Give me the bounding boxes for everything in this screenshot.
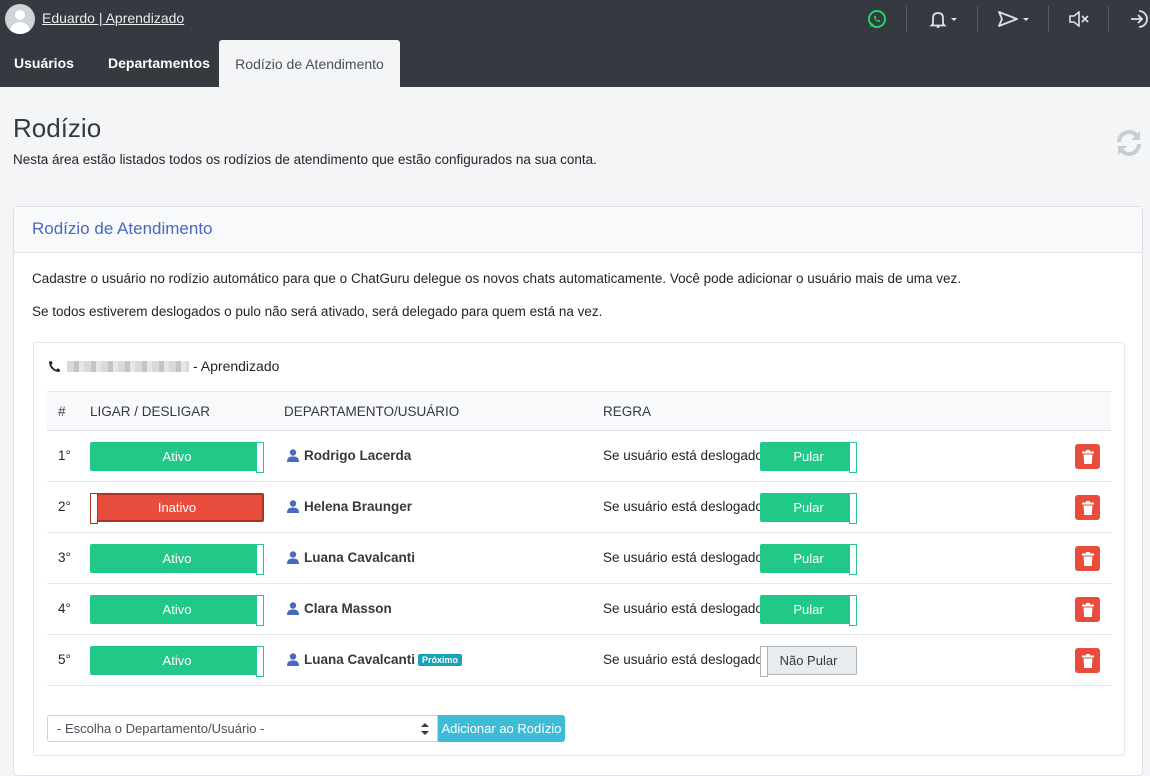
- status-toggle[interactable]: Ativo: [90, 646, 264, 677]
- table-header: # LIGAR / DESLIGAR DEPARTAMENTO/USUÁRIO …: [47, 391, 1111, 431]
- user-icon: [287, 551, 299, 564]
- rule-label: Se usuário está deslogado:: [603, 652, 767, 667]
- row-position: 5°: [58, 652, 71, 667]
- trash-icon: [1081, 653, 1094, 668]
- table-row: 5° Ativo Luana Cavalcanti Próximo Se usu…: [47, 635, 1111, 686]
- delete-button[interactable]: [1075, 597, 1100, 622]
- row-position: 1°: [58, 448, 71, 463]
- user-account-link[interactable]: Eduardo | Aprendizado: [42, 10, 184, 26]
- rule-label: Se usuário está deslogado:: [603, 499, 767, 514]
- trash-icon: [1081, 500, 1094, 515]
- row-position: 2°: [58, 499, 71, 514]
- rule-label: Se usuário está deslogado:: [603, 448, 767, 463]
- phone-account-name: - Aprendizado: [193, 358, 280, 374]
- avatar[interactable]: [5, 4, 35, 34]
- table-row: 1° Ativo Rodrigo Lacerda Se usuário está…: [47, 431, 1111, 482]
- user-name: Helena Braunger: [304, 499, 413, 514]
- refresh-icon[interactable]: [1114, 128, 1144, 158]
- user-name: Luana Cavalcanti: [304, 550, 416, 565]
- rodizio-card: Rodízio de Atendimento Cadastre o usuári…: [13, 206, 1143, 776]
- card-header: Rodízio de Atendimento: [14, 207, 1142, 253]
- col-header-num: #: [58, 404, 66, 419]
- skip-rule-toggle[interactable]: Pular: [760, 595, 857, 626]
- status-toggle[interactable]: Ativo: [90, 544, 264, 575]
- user-cell: Luana Cavalcanti Próximo: [287, 652, 463, 667]
- trash-icon: [1081, 449, 1094, 464]
- next-badge: Próximo: [418, 653, 463, 666]
- delete-button[interactable]: [1075, 444, 1100, 469]
- tab-usuarios[interactable]: Usuários: [14, 38, 74, 87]
- user-icon: [287, 602, 299, 615]
- col-header-rule: REGRA: [603, 404, 652, 419]
- phone-icon: [49, 360, 60, 372]
- bell-icon[interactable]: [927, 8, 959, 30]
- page-subtitle: Nesta área estão listados todos os rodíz…: [13, 152, 597, 167]
- select-arrows-icon: [421, 723, 429, 735]
- tab-rodizio-de-atendimento[interactable]: Rodízio de Atendimento: [219, 40, 400, 87]
- logout-icon[interactable]: [1128, 8, 1150, 30]
- row-position: 4°: [58, 601, 71, 616]
- tab-departamentos[interactable]: Departamentos: [108, 38, 210, 87]
- status-toggle[interactable]: Inativo: [90, 493, 264, 524]
- note-paragraph: Se todos estiverem deslogados o pulo não…: [32, 304, 603, 319]
- description-paragraph: Cadastre o usuário no rodízio automático…: [32, 271, 962, 286]
- skip-rule-toggle[interactable]: Pular: [760, 544, 857, 575]
- send-icon[interactable]: [997, 8, 1031, 30]
- skip-rule-toggle[interactable]: Pular: [760, 442, 857, 473]
- trash-icon: [1081, 602, 1094, 617]
- user-name: Clara Masson: [304, 601, 392, 616]
- user-cell: Rodrigo Lacerda: [287, 448, 411, 463]
- status-toggle[interactable]: Ativo: [90, 595, 264, 626]
- skip-rule-toggle[interactable]: Não Pular: [760, 646, 857, 677]
- user-icon: [287, 653, 299, 666]
- blurred-phone-number: [67, 360, 189, 372]
- user-name: Rodrigo Lacerda: [304, 448, 412, 463]
- page-title: Rodízio: [13, 113, 102, 143]
- rotation-panel: - Aprendizado # LIGAR / DESLIGAR DEPARTA…: [33, 342, 1125, 756]
- rule-label: Se usuário está deslogado:: [603, 550, 767, 565]
- delete-button[interactable]: [1075, 495, 1100, 520]
- delete-button[interactable]: [1075, 648, 1100, 673]
- table-row: 4° Ativo Clara Masson Se usuário está de…: [47, 584, 1111, 635]
- whatsapp-icon[interactable]: [866, 8, 888, 30]
- row-position: 3°: [58, 550, 71, 565]
- select-value: - Escolha o Departamento/Usuário -: [57, 721, 265, 736]
- user-icon: [287, 449, 299, 462]
- col-header-toggle: LIGAR / DESLIGAR: [90, 404, 211, 419]
- phone-line: - Aprendizado: [48, 358, 279, 374]
- table-row: 2° Inativo Helena Braunger Se usuário es…: [47, 482, 1111, 533]
- user-cell: Clara Masson: [287, 601, 392, 616]
- col-header-dept: DEPARTAMENTO/USUÁRIO: [284, 404, 460, 419]
- user-cell: Helena Braunger: [287, 499, 412, 514]
- table-row: 3° Ativo Luana Cavalcanti Se usuário est…: [47, 533, 1111, 584]
- trash-icon: [1081, 551, 1094, 566]
- mute-icon[interactable]: [1068, 8, 1090, 30]
- user-icon: [287, 500, 299, 513]
- rule-label: Se usuário está deslogado:: [603, 601, 767, 616]
- top-bar: Eduardo | Aprendizado: [0, 0, 1150, 38]
- user-name: Luana Cavalcanti: [304, 652, 416, 667]
- delete-button[interactable]: [1075, 546, 1100, 571]
- user-cell: Luana Cavalcanti: [287, 550, 415, 565]
- nav-bar: Usuários Departamentos Rodízio de Atendi…: [0, 38, 1150, 87]
- user-select[interactable]: - Escolha o Departamento/Usuário -: [47, 715, 438, 742]
- card-title: Rodízio de Atendimento: [32, 219, 213, 238]
- skip-rule-toggle[interactable]: Pular: [760, 493, 857, 524]
- status-toggle[interactable]: Ativo: [90, 442, 264, 473]
- add-to-rotation-button[interactable]: Adicionar ao Rodízio: [438, 715, 565, 742]
